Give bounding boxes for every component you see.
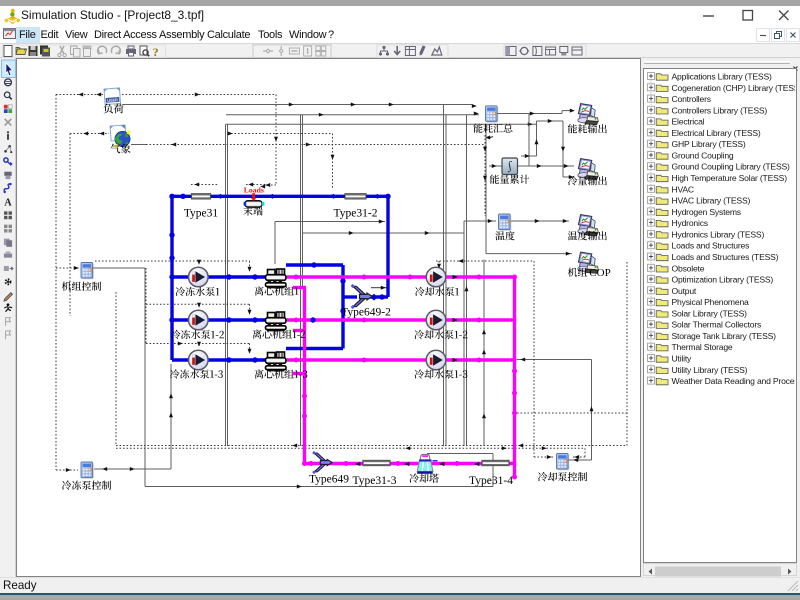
svg-text:Utility Library (TESS): Utility Library (TESS) bbox=[672, 365, 748, 375]
svg-text:Controllers Library (TESS): Controllers Library (TESS) bbox=[672, 105, 768, 115]
svg-text:Physical Phenomena: Physical Phenomena bbox=[672, 297, 750, 307]
svg-text:Electrical Library (TESS): Electrical Library (TESS) bbox=[672, 128, 761, 138]
svg-text:Output: Output bbox=[672, 286, 697, 296]
svg-text:High Temperature Solar (TESS): High Temperature Solar (TESS) bbox=[672, 173, 788, 183]
svg-text:GHP Library (TESS): GHP Library (TESS) bbox=[672, 139, 746, 149]
svg-text:Cogeneration (CHP) Library (TE: Cogeneration (CHP) Library (TESS) bbox=[672, 83, 800, 93]
svg-text:Solar Library (TESS): Solar Library (TESS) bbox=[672, 308, 748, 318]
svg-text:Loads and Structures: Loads and Structures bbox=[672, 241, 750, 251]
svg-text:Ground Coupling Library (TESS): Ground Coupling Library (TESS) bbox=[672, 162, 791, 172]
svg-text:Hydrogen Systems: Hydrogen Systems bbox=[672, 207, 741, 217]
svg-text:Applications Library (TESS): Applications Library (TESS) bbox=[672, 72, 772, 82]
svg-text:Weather Data Reading and Proce: Weather Data Reading and Process bbox=[672, 376, 800, 386]
svg-text:Storage Tank Library (TESS): Storage Tank Library (TESS) bbox=[672, 331, 777, 341]
svg-text:Hydronics: Hydronics bbox=[672, 218, 708, 228]
svg-text:Controllers: Controllers bbox=[672, 94, 711, 104]
svg-text:Hydronics Library (TESS): Hydronics Library (TESS) bbox=[672, 229, 765, 239]
svg-text:Solar Thermal Collectors: Solar Thermal Collectors bbox=[672, 320, 762, 330]
svg-text:Optimization Library (TESS): Optimization Library (TESS) bbox=[672, 275, 774, 285]
svg-text:Ground Coupling: Ground Coupling bbox=[672, 151, 734, 161]
svg-text:Utility: Utility bbox=[672, 354, 693, 364]
svg-text:Loads and Structures (TESS): Loads and Structures (TESS) bbox=[672, 252, 779, 262]
svg-text:HVAC: HVAC bbox=[672, 184, 694, 194]
svg-text:Obsolete: Obsolete bbox=[672, 263, 705, 273]
svg-text:Thermal Storage: Thermal Storage bbox=[672, 342, 733, 352]
svg-text:Electrical: Electrical bbox=[672, 117, 705, 127]
svg-text:HVAC Library (TESS): HVAC Library (TESS) bbox=[672, 196, 751, 206]
